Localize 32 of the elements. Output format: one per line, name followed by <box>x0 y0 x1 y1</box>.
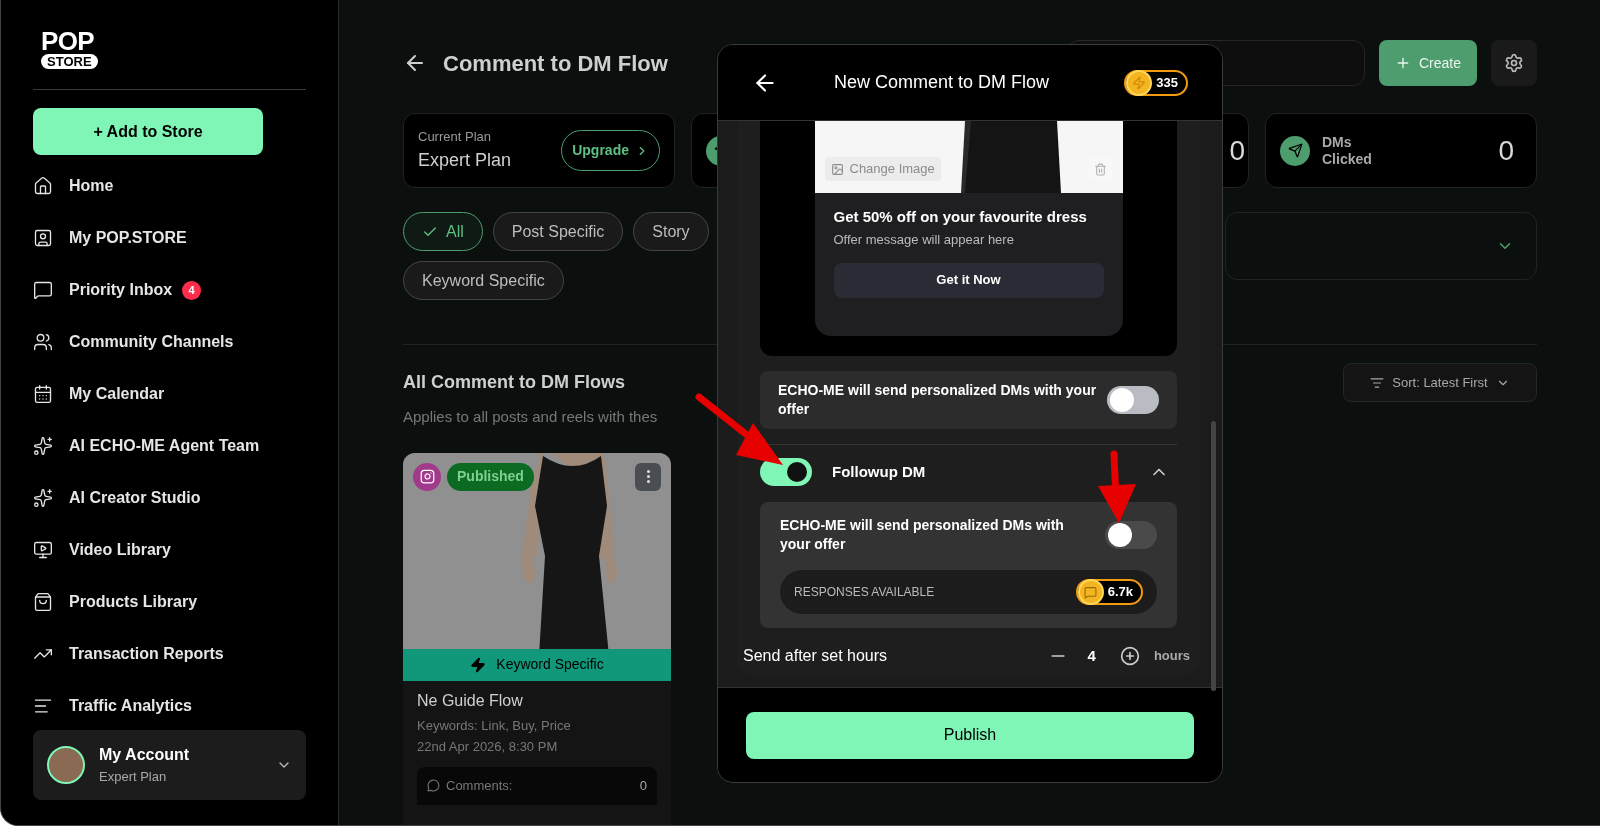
responses-badge: 6.7k <box>1075 579 1143 605</box>
plan-label: Current Plan <box>418 128 492 147</box>
comments-count: 0 <box>639 776 647 795</box>
stat-value: 0 <box>1229 133 1245 168</box>
offer-message: Offer message will appear here <box>833 231 1015 249</box>
stat-label: DMs Clicked <box>1322 133 1372 168</box>
trigger-label: Keyword Specific <box>496 655 604 674</box>
section-title: All Comment to DM Flows <box>403 371 626 394</box>
account-plan: Expert Plan <box>99 768 168 787</box>
count-badge: 4 <box>182 280 202 300</box>
offer-headline: Get 50% off on your favourite dress <box>833 207 1088 227</box>
logo-text: POP <box>41 28 94 54</box>
hours-unit: hours <box>1153 647 1190 666</box>
followup-label: Followup DM <box>832 461 926 482</box>
logo-subtext: STORE <box>41 54 98 69</box>
toggle-label: ECHO-ME will send personalized DMs with your offer <box>780 516 1065 554</box>
hours-value: 4 <box>1087 645 1096 666</box>
account-name: My Account <box>99 745 191 766</box>
stat-value: 0 <box>1498 133 1514 168</box>
responses-label: RESPONSES AVAILABLE <box>794 584 935 601</box>
toggle-label: ECHO-ME will send personalized DMs with your offer <box>778 381 1097 419</box>
status-badge: Published <box>447 462 534 491</box>
page-title: Comment to DM Flow <box>443 49 668 78</box>
flow-keywords: Keywords: Link, Buy, Price <box>417 716 572 735</box>
plan-name: Expert Plan <box>418 148 512 172</box>
delay-label: Send after set hours <box>743 646 888 666</box>
flow-date: 22nd Apr 2026, 8:30 PM <box>417 738 559 756</box>
dialog-title: New Comment to DM Flow <box>834 71 1050 94</box>
credits-badge: 335 <box>1124 69 1188 96</box>
section-subtitle: Applies to all posts and reels with thes <box>403 407 658 427</box>
comments-label: Comments: <box>446 776 513 795</box>
flow-name: Ne Guide Flow <box>417 690 524 711</box>
